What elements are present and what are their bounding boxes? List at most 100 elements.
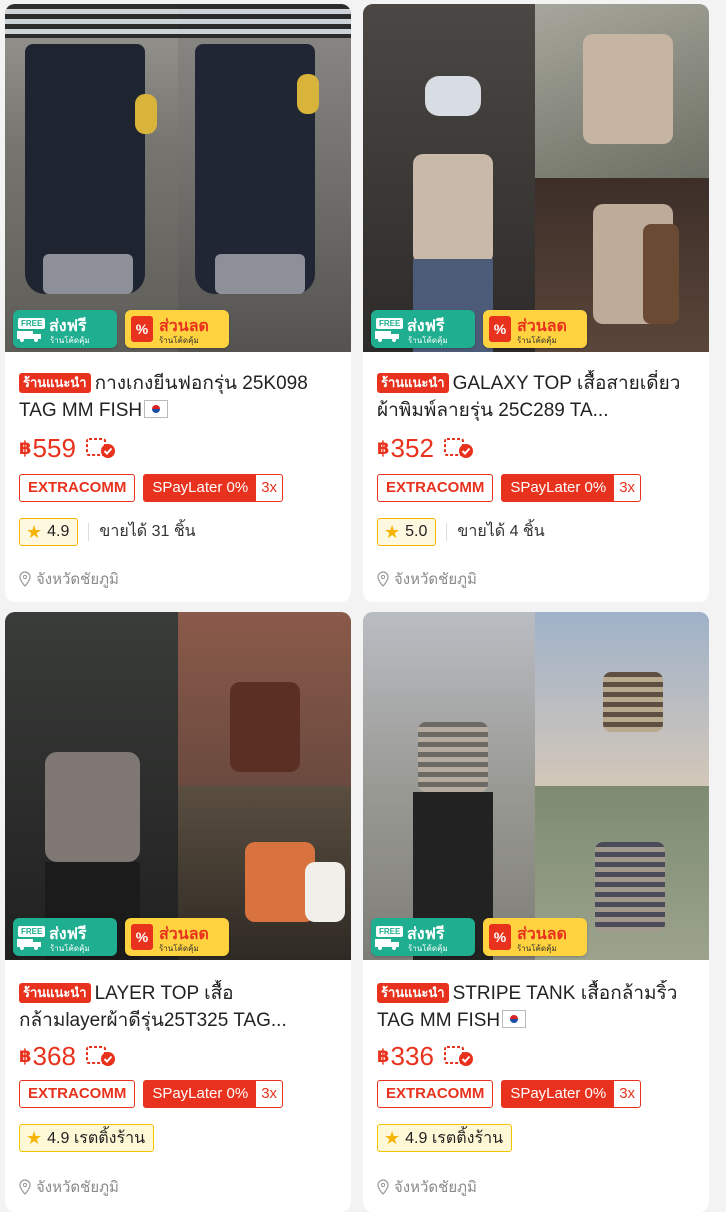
- location-pin-icon: [377, 1179, 389, 1195]
- spaylater-label: SPayLater 0%: [502, 475, 615, 501]
- spaylater-badge: SPayLater 0% 3x: [143, 474, 284, 502]
- discount-sub: ร้านโค้ดคุ้ม: [159, 336, 199, 345]
- location: จังหวัดชัยภูมิ: [377, 1175, 477, 1199]
- price: 336: [390, 1040, 434, 1071]
- price: 559: [32, 432, 76, 463]
- spaylater-badge: SPayLater 0% 3x: [143, 1080, 284, 1108]
- free-shipping-badge: FREE ส่งฟรี ร้านโค้ดคุ้ม: [13, 310, 117, 348]
- free-tag: FREE: [18, 318, 46, 329]
- product-image[interactable]: [363, 4, 709, 352]
- free-shipping-badge: FREE ส่งฟรี ร้านโค้ดคุ้ม: [371, 918, 475, 956]
- korea-flag-icon: [144, 400, 169, 418]
- location: จังหวัดชัยภูมิ: [19, 567, 119, 591]
- discount-badge: % ส่วนลด ร้านโค้ดคุ้ม: [125, 918, 229, 956]
- location-text: จังหวัดชัยภูมิ: [394, 1179, 477, 1196]
- product-title[interactable]: ร้านแนะนำ กางเกงยีนฟอกรุ่น 25K098 TAG MM …: [19, 370, 339, 424]
- star-icon: ★: [26, 522, 43, 542]
- product-title[interactable]: ร้านแนะนำ GALAXY TOP เสื้อสายเดี่ยวผ้าพิม…: [377, 370, 697, 424]
- currency-symbol: ฿: [19, 437, 32, 458]
- percent-icon: %: [489, 316, 511, 342]
- location: จังหวัดชัยภูมิ: [377, 567, 477, 591]
- free-shipping-sub: ร้านโค้ดคุ้ม: [50, 944, 90, 953]
- extra-comm-badge: EXTRACOMM: [377, 1080, 494, 1108]
- star-icon: ★: [384, 522, 401, 542]
- free-shipping-badge: FREE ส่งฟรี ร้านโค้ดคุ้ม: [13, 918, 117, 956]
- free-shipping-sub: ร้านโค้ดคุ้ม: [50, 336, 90, 345]
- rating-value: 4.9 เรตติ้งร้าน: [47, 1129, 145, 1147]
- star-icon: ★: [26, 1128, 43, 1148]
- spaylater-badge: SPayLater 0% 3x: [501, 474, 642, 502]
- free-shipping-badge: FREE ส่งฟรี ร้านโค้ดคุ้ม: [371, 310, 475, 348]
- recommended-badge: ร้านแนะนำ: [377, 373, 449, 393]
- korea-flag-icon: [502, 1010, 527, 1028]
- discount-badge: % ส่วนลด ร้านโค้ดคุ้ม: [125, 310, 229, 348]
- product-image[interactable]: [5, 612, 351, 960]
- product-image[interactable]: [363, 612, 709, 960]
- spaylater-badge: SPayLater 0% 3x: [501, 1080, 642, 1108]
- location: จังหวัดชัยภูมิ: [19, 1175, 119, 1199]
- truck-icon: [375, 939, 399, 950]
- free-tag: FREE: [376, 926, 404, 937]
- discount-badge: % ส่วนลด ร้านโค้ดคุ้ม: [483, 918, 587, 956]
- free-tag: FREE: [18, 926, 46, 937]
- percent-icon: %: [489, 924, 511, 950]
- spaylater-label: SPayLater 0%: [502, 1081, 615, 1107]
- coupon-check-icon: [85, 1046, 115, 1066]
- coupon-check-icon: [443, 438, 473, 458]
- shop-rating-badge: ★ 4.9 เรตติ้งร้าน: [19, 1124, 154, 1152]
- free-shipping-sub: ร้านโค้ดคุ้ม: [408, 944, 448, 953]
- recommended-badge: ร้านแนะนำ: [19, 983, 91, 1003]
- recommended-badge: ร้านแนะนำ: [377, 983, 449, 1003]
- location-pin-icon: [19, 571, 31, 587]
- percent-icon: %: [131, 316, 153, 342]
- rating-value: 4.9 เรตติ้งร้าน: [405, 1129, 503, 1147]
- product-title[interactable]: ร้านแนะนำ STRIPE TANK เสื้อกล้ามริ้ว TAG …: [377, 980, 697, 1034]
- free-shipping-sub: ร้านโค้ดคุ้ม: [408, 336, 448, 345]
- sold-count: ขายได้ 4 ชิ้น: [446, 523, 545, 541]
- spaylater-installments: 3x: [261, 1085, 278, 1102]
- discount-sub: ร้านโค้ดคุ้ม: [159, 944, 199, 953]
- product-card[interactable]: FREE ส่งฟรี ร้านโค้ดคุ้ม % ส่วนลด ร้านโค…: [363, 612, 709, 1212]
- rating-value: 4.9: [47, 523, 70, 540]
- spaylater-installments: 3x: [619, 479, 636, 496]
- location-text: จังหวัดชัยภูมิ: [36, 1179, 119, 1196]
- percent-icon: %: [131, 924, 153, 950]
- extra-comm-badge: EXTRACOMM: [19, 1080, 136, 1108]
- product-card[interactable]: FREE ส่งฟรี ร้านโค้ดคุ้ม % ส่วนลด ร้านโค…: [363, 4, 709, 602]
- truck-icon: [375, 331, 399, 342]
- rating-value: 5.0: [405, 523, 428, 540]
- currency-symbol: ฿: [377, 1045, 390, 1066]
- location-pin-icon: [19, 1179, 31, 1195]
- price: 352: [390, 432, 434, 463]
- location-pin-icon: [377, 571, 389, 587]
- star-icon: ★: [384, 1128, 401, 1148]
- spaylater-label: SPayLater 0%: [144, 475, 257, 501]
- product-image[interactable]: [5, 4, 351, 352]
- free-tag: FREE: [376, 318, 404, 329]
- sold-count: ขายได้ 31 ชิ้น: [88, 523, 196, 541]
- coupon-check-icon: [85, 438, 115, 458]
- spaylater-installments: 3x: [619, 1085, 636, 1102]
- rating-badge: ★ 5.0: [377, 518, 437, 546]
- extra-comm-badge: EXTRACOMM: [377, 474, 494, 502]
- discount-badge: % ส่วนลด ร้านโค้ดคุ้ม: [483, 310, 587, 348]
- location-text: จังหวัดชัยภูมิ: [394, 571, 477, 588]
- currency-symbol: ฿: [377, 437, 390, 458]
- discount-sub: ร้านโค้ดคุ้ม: [517, 336, 557, 345]
- location-text: จังหวัดชัยภูมิ: [36, 571, 119, 588]
- product-card[interactable]: FREE ส่งฟรี ร้านโค้ดคุ้ม % ส่วนลด ร้านโค…: [5, 4, 351, 602]
- truck-icon: [17, 939, 41, 950]
- product-title[interactable]: ร้านแนะนำ LAYER TOP เสื้อกล้ามlayerผ้าดีร…: [19, 980, 339, 1034]
- discount-sub: ร้านโค้ดคุ้ม: [517, 944, 557, 953]
- product-card[interactable]: FREE ส่งฟรี ร้านโค้ดคุ้ม % ส่วนลด ร้านโค…: [5, 612, 351, 1212]
- spaylater-label: SPayLater 0%: [144, 1081, 257, 1107]
- truck-icon: [17, 331, 41, 342]
- shop-rating-badge: ★ 4.9 เรตติ้งร้าน: [377, 1124, 512, 1152]
- recommended-badge: ร้านแนะนำ: [19, 373, 91, 393]
- price: 368: [32, 1040, 76, 1071]
- currency-symbol: ฿: [19, 1045, 32, 1066]
- extra-comm-badge: EXTRACOMM: [19, 474, 136, 502]
- rating-badge: ★ 4.9: [19, 518, 79, 546]
- spaylater-installments: 3x: [261, 479, 278, 496]
- coupon-check-icon: [443, 1046, 473, 1066]
